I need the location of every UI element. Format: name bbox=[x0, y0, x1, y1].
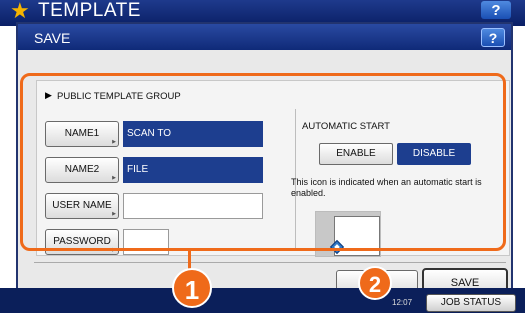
highlight-box bbox=[20, 73, 506, 251]
dialog-title: SAVE bbox=[34, 30, 71, 46]
dialog-title-bar: SAVE ? bbox=[18, 24, 511, 50]
star-icon: ★ bbox=[10, 0, 30, 23]
job-status-button[interactable]: JOB STATUS bbox=[426, 294, 516, 312]
clock: 12:07 bbox=[392, 298, 413, 307]
dialog-help-button[interactable]: ? bbox=[481, 28, 505, 47]
help-button[interactable]: ? bbox=[481, 1, 511, 19]
callout-1: 1 bbox=[172, 268, 212, 308]
callout-2: 2 bbox=[358, 266, 392, 300]
template-title: TEMPLATE bbox=[38, 0, 141, 21]
button-row-divider bbox=[34, 262, 506, 263]
